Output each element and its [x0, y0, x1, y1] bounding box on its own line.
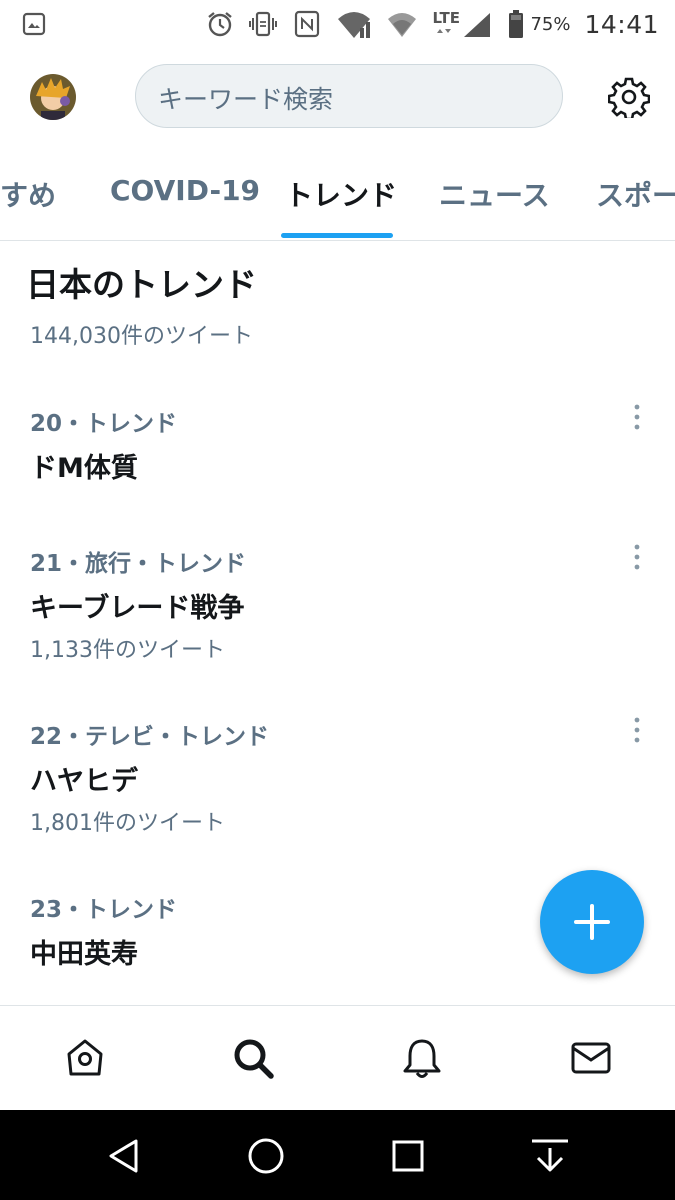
status-bar: LTE 75% 14:41: [0, 0, 675, 48]
trend-meta: 21・旅行・トレンド: [30, 551, 247, 577]
battery-icon: [508, 9, 524, 39]
mail-icon[interactable]: [569, 1036, 613, 1080]
back-icon[interactable]: [104, 1136, 144, 1176]
trend-meta: 23・トレンド: [30, 897, 178, 923]
section-tweet-count: 144,030件のツイート: [30, 324, 253, 349]
avatar[interactable]: [30, 74, 76, 120]
nfc-icon: [292, 9, 322, 39]
trend-count: 1,133件のツイート: [30, 638, 225, 663]
search-placeholder: キーワード検索: [158, 85, 334, 114]
vibrate-icon: [248, 9, 278, 39]
bell-icon[interactable]: [400, 1036, 444, 1080]
wifi-icon: [336, 8, 372, 40]
clock: 14:41: [584, 9, 659, 39]
screenshot-icon: [22, 12, 46, 36]
tab-trends[interactable]: トレンド: [285, 174, 397, 214]
more-options-icon[interactable]: [626, 713, 648, 747]
trend-meta: 22・テレビ・トレンド: [30, 724, 270, 750]
plus-icon: [574, 904, 610, 940]
signal-icon: LTE: [432, 9, 494, 39]
trend-meta: 20・トレンド: [30, 411, 178, 437]
tab-news[interactable]: ニュース: [439, 174, 550, 214]
search-input[interactable]: キーワード検索: [135, 64, 563, 128]
section-title: 日本のトレンド: [26, 265, 257, 304]
tab-covid-19[interactable]: COVID-19: [110, 174, 260, 207]
trend-name: ドM体質: [30, 453, 138, 484]
more-options-icon[interactable]: [626, 400, 648, 434]
tab-recommended[interactable]: すすめ: [0, 174, 56, 214]
gear-icon[interactable]: [608, 76, 650, 118]
notification-pull-icon[interactable]: [530, 1136, 570, 1176]
trend-count: 1,801件のツイート: [30, 811, 225, 836]
system-navigation-bar: [0, 1110, 675, 1200]
compose-button[interactable]: [540, 870, 644, 974]
search-icon[interactable]: [231, 1036, 275, 1080]
recents-icon[interactable]: [388, 1136, 428, 1176]
trend-name: 中田英寿: [30, 939, 138, 970]
more-options-icon[interactable]: [626, 540, 648, 574]
explore-tabs: すすめ COVID-19 トレンド ニュース スポーツ: [0, 160, 675, 241]
active-tab-indicator: [281, 233, 393, 238]
battery-percent: 75%: [530, 13, 571, 35]
tab-sports[interactable]: スポーツ: [596, 174, 675, 214]
home-circle-icon[interactable]: [246, 1136, 286, 1176]
wifi-icon: [386, 9, 418, 39]
trend-name: ハヤヒデ: [30, 766, 138, 797]
home-icon[interactable]: [63, 1036, 107, 1080]
app-header: キーワード検索: [0, 48, 675, 148]
trend-name: キーブレード戦争: [30, 593, 245, 624]
bottom-navigation: [0, 1005, 675, 1111]
alarm-icon: [206, 10, 234, 38]
